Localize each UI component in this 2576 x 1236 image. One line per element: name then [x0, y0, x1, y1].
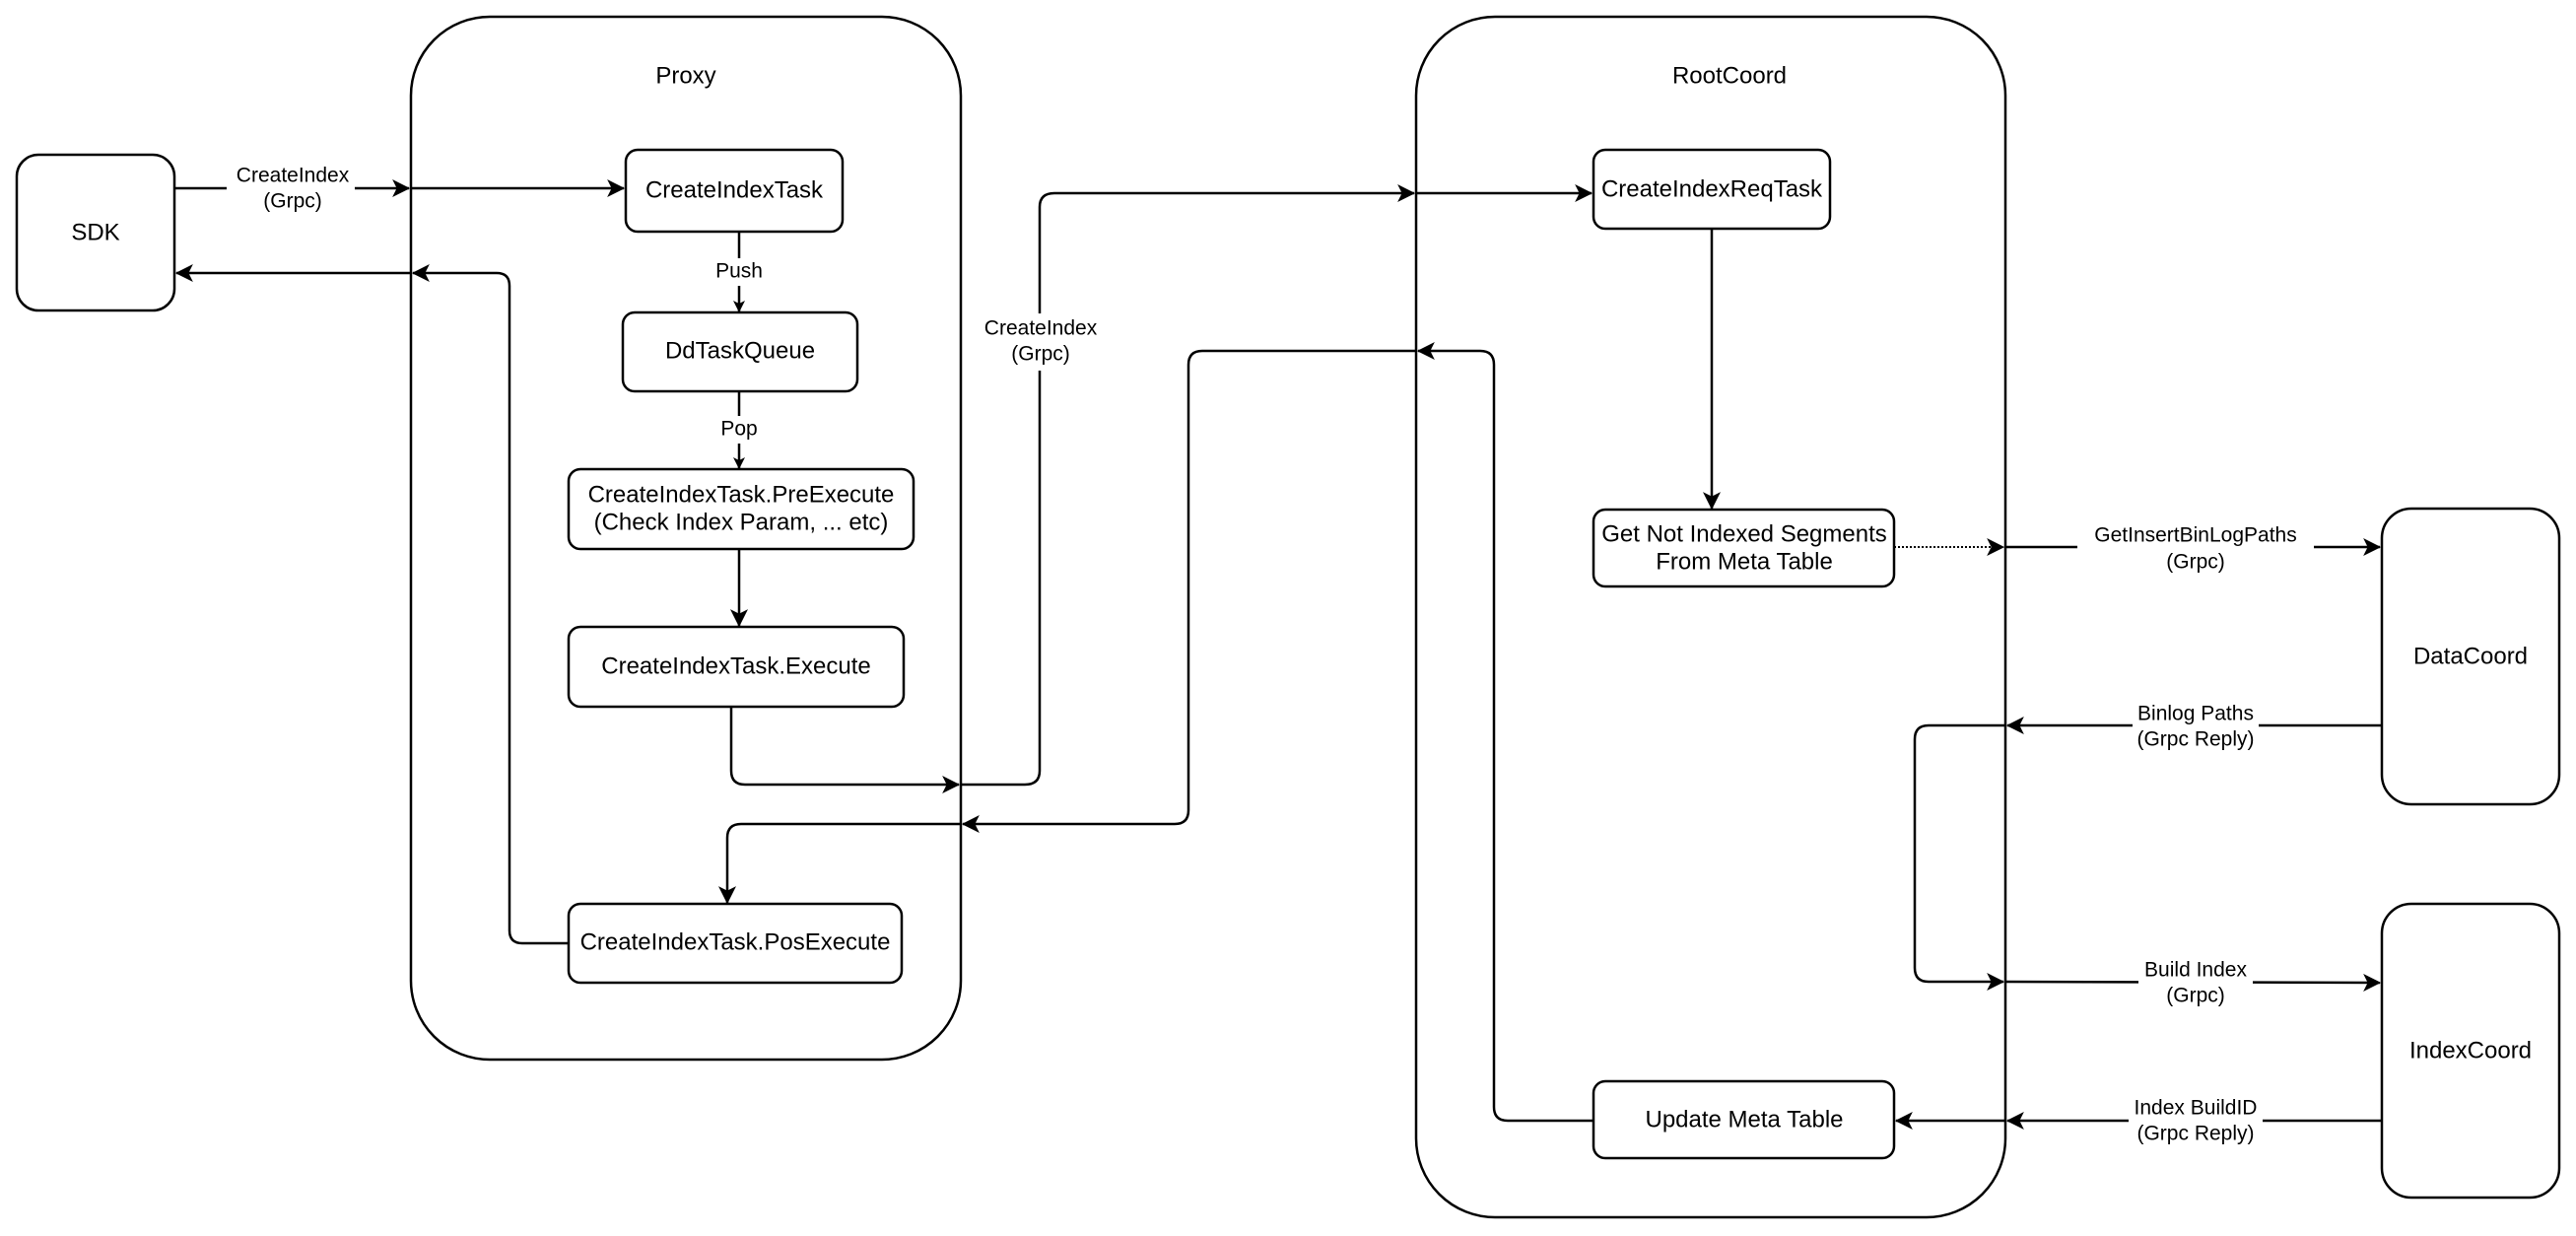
- execute-label: CreateIndexTask.Execute: [601, 652, 870, 679]
- pre-execute-label-line1: CreateIndexTask.PreExecute: [588, 481, 895, 508]
- edge-rootcoord-to-proxy: [961, 349, 1416, 833]
- pos-execute-label: CreateIndexTask.PosExecute: [580, 928, 891, 955]
- datacoord-label: DataCoord: [2413, 643, 2528, 669]
- indexcoord-label: IndexCoord: [2409, 1037, 2532, 1064]
- edge-label-getinsertbinlogpaths-grpc: (Grpc): [2166, 551, 2225, 574]
- update-meta-label: Update Meta Table: [1645, 1106, 1843, 1133]
- create-index-req-task-label: CreateIndexReqTask: [1601, 175, 1823, 202]
- indexcoord-node[interactable]: IndexCoord: [2380, 902, 2561, 1200]
- get-not-indexed-label-line1: Get Not Indexed Segments: [1601, 520, 1887, 547]
- dd-task-queue-node[interactable]: DdTaskQueue: [621, 310, 859, 393]
- get-not-indexed-label-line2: From Meta Table: [1656, 548, 1833, 575]
- create-index-task-node[interactable]: CreateIndexTask: [624, 148, 845, 234]
- edge-label-sdk-grpc: (Grpc): [263, 190, 322, 213]
- diagram-canvas: Proxy RootCoord CreateIndex (Grpc) Push …: [15, 15, 2561, 1219]
- create-index-req-task-node[interactable]: CreateIndexReqTask: [1592, 148, 1832, 231]
- edge-label-index-buildid: Index BuildID: [2135, 1097, 2258, 1120]
- execute-node[interactable]: CreateIndexTask.Execute: [567, 625, 906, 709]
- pre-execute-node[interactable]: CreateIndexTask.PreExecute (Check Index …: [567, 467, 915, 551]
- sdk-label: SDK: [71, 219, 119, 245]
- edge-label-pop: Pop: [720, 418, 757, 441]
- get-not-indexed-node[interactable]: Get Not Indexed Segments From Meta Table: [1592, 508, 1896, 588]
- pos-execute-node[interactable]: CreateIndexTask.PosExecute: [567, 902, 904, 985]
- edge-label-proxy-createindex: CreateIndex: [984, 317, 1098, 340]
- edge-label-index-buildid-reply: (Grpc Reply): [2136, 1123, 2254, 1145]
- edge-label-build-index: Build Index: [2144, 959, 2247, 982]
- proxy-label: Proxy: [655, 62, 715, 89]
- edge-label-proxy-grpc: (Grpc): [1011, 343, 1070, 366]
- edge-label-binlog-paths: Binlog Paths: [2137, 703, 2254, 725]
- edge-label-getinsertbinlogpaths: GetInsertBinLogPaths: [2094, 524, 2296, 547]
- datacoord-node[interactable]: DataCoord: [2380, 507, 2561, 806]
- update-meta-node[interactable]: Update Meta Table: [1592, 1079, 1896, 1160]
- rootcoord-label: RootCoord: [1672, 62, 1787, 89]
- edge-label-push: Push: [715, 260, 763, 283]
- pre-execute-label-line2: (Check Index Param, ... etc): [594, 509, 889, 535]
- dd-task-queue-label: DdTaskQueue: [665, 337, 815, 364]
- edge-label-binlog-paths-reply: (Grpc Reply): [2136, 728, 2254, 751]
- sdk-node[interactable]: SDK: [15, 153, 176, 312]
- edge-label-sdk-createindex: CreateIndex: [237, 165, 350, 187]
- edge-label-build-index-grpc: (Grpc): [2166, 985, 2225, 1007]
- create-index-task-label: CreateIndexTask: [645, 176, 824, 203]
